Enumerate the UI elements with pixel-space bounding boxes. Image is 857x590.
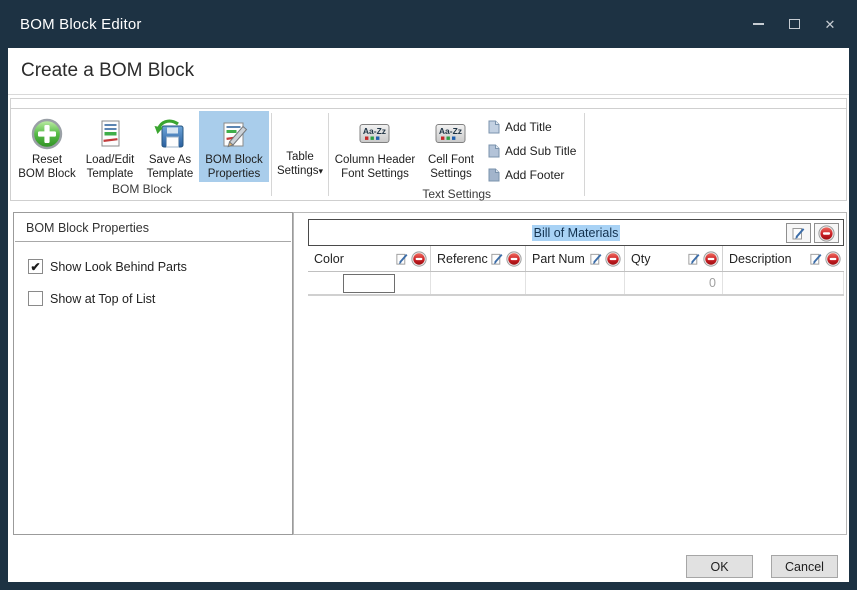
edit-icon — [490, 252, 504, 266]
bom-table-title[interactable]: Bill of Materials — [532, 225, 621, 241]
edit-column-button[interactable] — [589, 252, 603, 266]
delete-icon — [605, 251, 621, 267]
delete-column-button[interactable] — [825, 251, 841, 267]
close-icon: ✕ — [825, 18, 836, 31]
delete-column-button[interactable] — [506, 251, 522, 267]
cell-font-settings-button[interactable]: Aa-Zz Cell Font Settings — [419, 111, 483, 187]
table-settings-button[interactable]: Table Settings▾ — [274, 111, 326, 182]
column-header-reference: Reference — [431, 246, 526, 271]
divider — [15, 241, 291, 242]
edit-icon — [589, 252, 603, 266]
checkbox-show-look-behind-parts[interactable]: ✔ Show Look Behind Parts — [28, 259, 292, 274]
description-cell[interactable] — [723, 272, 844, 294]
cancel-button[interactable]: Cancel — [771, 555, 838, 578]
checkbox-show-at-top-of-list[interactable]: Show at Top of List — [28, 291, 292, 306]
svg-text:Aa-Zz: Aa-Zz — [363, 126, 386, 136]
add-sub-title-icon — [487, 144, 500, 158]
add-footer-button[interactable]: Add Footer — [487, 163, 576, 187]
panel-title: BOM Block Properties — [14, 213, 292, 241]
edit-title-button[interactable] — [786, 223, 811, 243]
color-cell — [308, 272, 431, 294]
ribbon-separator — [584, 113, 585, 196]
page-header: Create a BOM Block — [8, 48, 849, 95]
checkbox-box[interactable]: ✔ — [28, 259, 43, 274]
ok-button[interactable]: OK — [686, 555, 753, 578]
reset-bom-icon — [30, 115, 64, 153]
dropdown-arrow-icon: ▾ — [319, 166, 324, 176]
add-title-button[interactable]: Add Title — [487, 115, 576, 139]
bom-table: Bill of Materials Color — [308, 219, 844, 296]
load-edit-template-button[interactable]: Load/Edit Template — [79, 111, 141, 182]
checkbox-box[interactable] — [28, 291, 43, 306]
font-settings-icon: Aa-Zz — [359, 115, 391, 153]
column-header-qty: Qty — [625, 246, 723, 271]
checkbox-label: Show Look Behind Parts — [50, 260, 187, 274]
column-header-description: Description — [723, 246, 844, 271]
qty-cell[interactable]: 0 — [625, 272, 723, 294]
column-header-part-num: Part Num — [526, 246, 625, 271]
delete-icon — [703, 251, 719, 267]
page-title: Create a BOM Block — [21, 60, 194, 82]
delete-title-button[interactable] — [814, 223, 839, 243]
reference-cell[interactable] — [431, 272, 526, 294]
column-header-color: Color — [308, 246, 431, 271]
maximize-button[interactable] — [779, 11, 809, 37]
ribbon-tab-strip — [10, 98, 847, 108]
bom-table-data-row: 0 — [308, 272, 844, 296]
add-title-icon — [487, 120, 500, 134]
edit-icon — [395, 252, 409, 266]
column-header-font-settings-button[interactable]: Aa-Zz Column Header Font Settings — [331, 111, 419, 187]
window-title: BOM Block Editor — [20, 16, 743, 33]
delete-column-button[interactable] — [411, 251, 427, 267]
load-template-icon — [93, 115, 127, 153]
group-label-bom-block: BOM Block — [15, 182, 269, 198]
edit-icon — [809, 252, 823, 266]
bom-preview-panel: Bill of Materials Color — [293, 212, 847, 535]
delete-column-button[interactable] — [605, 251, 621, 267]
bom-properties-panel: BOM Block Properties ✔ Show Look Behind … — [13, 212, 293, 535]
maximize-icon — [789, 19, 800, 29]
close-button[interactable]: ✕ — [815, 11, 845, 37]
edit-icon — [791, 226, 806, 241]
ribbon-group-text-settings: Aa-Zz Column Header Font Settings Aa-Zz — [331, 111, 582, 198]
font-settings-icon: Aa-Zz — [435, 115, 467, 153]
color-input[interactable] — [343, 274, 395, 293]
ribbon-separator — [271, 113, 272, 196]
reset-bom-block-button[interactable]: Reset BOM Block — [15, 111, 79, 182]
edit-column-button[interactable] — [395, 252, 409, 266]
edit-icon — [687, 252, 701, 266]
delete-icon — [818, 225, 835, 242]
delete-icon — [411, 251, 427, 267]
minimize-icon — [753, 23, 764, 25]
add-footer-icon — [487, 168, 500, 182]
bom-table-title-row: Bill of Materials — [308, 219, 844, 246]
save-as-template-button[interactable]: Save As Template — [141, 111, 199, 182]
ribbon-separator — [328, 113, 329, 196]
ribbon-group-bom-block: Reset BOM Block Load/Edit Template — [15, 111, 269, 198]
delete-icon — [825, 251, 841, 267]
svg-text:Aa-Zz: Aa-Zz — [439, 126, 462, 136]
edit-column-button[interactable] — [809, 252, 823, 266]
minimize-button[interactable] — [743, 11, 773, 37]
checkbox-label: Show at Top of List — [50, 292, 155, 306]
bom-table-header-row: Color Reference Part Num — [308, 246, 844, 272]
part-num-cell[interactable] — [526, 272, 625, 294]
bom-block-properties-button[interactable]: BOM Block Properties — [199, 111, 269, 182]
group-label-text-settings: Text Settings — [331, 187, 582, 202]
dialog-content: Create a BOM Block Reset BOM Block — [8, 48, 849, 582]
add-buttons-column: Add Title Add Sub Title Add Footer — [483, 111, 582, 187]
titlebar: BOM Block Editor ✕ — [0, 0, 857, 48]
edit-column-button[interactable] — [687, 252, 701, 266]
delete-icon — [506, 251, 522, 267]
delete-column-button[interactable] — [703, 251, 719, 267]
ribbon-group-table-settings: Table Settings▾ — [274, 111, 326, 198]
edit-column-button[interactable] — [490, 252, 504, 266]
bom-properties-icon — [217, 115, 251, 153]
ribbon: Reset BOM Block Load/Edit Template — [10, 108, 847, 201]
save-template-icon — [153, 115, 187, 153]
add-sub-title-button[interactable]: Add Sub Title — [487, 139, 576, 163]
